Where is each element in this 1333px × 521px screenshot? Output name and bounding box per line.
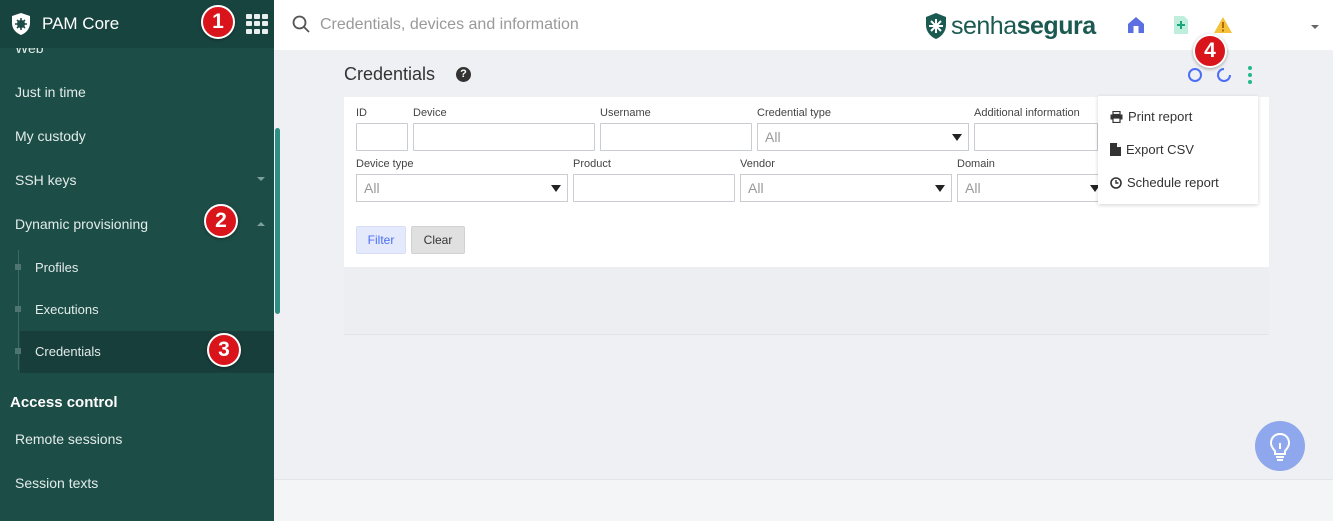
user-menu-caret-icon[interactable] bbox=[1311, 25, 1319, 29]
sidebar-item-session-texts[interactable]: Session texts bbox=[15, 475, 98, 491]
sidebar-subitem-executions[interactable]: Executions bbox=[35, 302, 99, 317]
sidebar-item-remote-sessions[interactable]: Remote sessions bbox=[15, 431, 122, 447]
domain-label: Domain bbox=[957, 158, 995, 170]
section-access-control: Access control bbox=[10, 394, 118, 411]
lightbulb-help-button[interactable] bbox=[1255, 421, 1305, 471]
brand-shield-icon bbox=[926, 13, 946, 39]
sidebar-item-just-in-time[interactable]: Just in time bbox=[15, 84, 86, 100]
dropdown-arrow-icon bbox=[551, 185, 561, 192]
sidebar: PAM Core Web Just in time My custody SSH… bbox=[0, 0, 274, 521]
id-input[interactable] bbox=[356, 123, 408, 151]
results-area bbox=[344, 267, 1269, 335]
chevron-down-icon bbox=[257, 177, 265, 181]
apps-grid-icon[interactable] bbox=[246, 14, 268, 34]
chevron-up-icon bbox=[257, 222, 265, 226]
menu-item-schedule-report[interactable]: Schedule report bbox=[1110, 175, 1219, 190]
device-type-select[interactable]: All bbox=[356, 174, 568, 202]
bullet-icon bbox=[15, 264, 21, 270]
annotation-badge-1: 1 bbox=[201, 5, 235, 39]
sidebar-item-dynamic-provisioning[interactable]: Dynamic provisioning bbox=[15, 216, 148, 232]
menu-item-label: Print report bbox=[1128, 109, 1193, 124]
device-type-label: Device type bbox=[356, 158, 414, 170]
shield-logo-icon bbox=[12, 13, 30, 35]
search-circle-icon[interactable] bbox=[1187, 67, 1203, 83]
credential-type-select[interactable]: All bbox=[757, 123, 969, 151]
sidebar-subitem-profiles[interactable]: Profiles bbox=[35, 260, 78, 275]
domain-value: All bbox=[965, 180, 981, 196]
page-title: Credentials bbox=[344, 64, 436, 84]
lightbulb-icon bbox=[1269, 432, 1291, 461]
bottom-bar bbox=[274, 479, 1333, 521]
device-label: Device bbox=[413, 107, 447, 119]
vendor-label: Vendor bbox=[740, 158, 775, 170]
username-label: Username bbox=[600, 107, 651, 119]
annotation-badge-3: 3 bbox=[207, 333, 241, 367]
kebab-menu-icon[interactable] bbox=[1243, 65, 1257, 85]
vendor-select[interactable]: All bbox=[740, 174, 952, 202]
id-label: ID bbox=[356, 107, 367, 119]
home-icon[interactable] bbox=[1125, 14, 1147, 36]
bullet-icon bbox=[15, 348, 21, 354]
product-input[interactable] bbox=[573, 174, 735, 202]
additional-info-input[interactable] bbox=[974, 123, 1098, 151]
dropdown-arrow-icon bbox=[952, 134, 962, 141]
credential-type-label: Credential type bbox=[757, 107, 831, 119]
menu-item-export-csv[interactable]: Export CSV bbox=[1110, 142, 1194, 157]
brand-logo: senhasegura bbox=[924, 10, 1096, 42]
sidebar-subitem-credentials[interactable]: Credentials bbox=[35, 344, 101, 359]
help-icon[interactable]: ? bbox=[456, 67, 471, 82]
sidebar-item-ssh-keys[interactable]: SSH keys bbox=[15, 172, 76, 188]
credential-type-value: All bbox=[765, 129, 781, 145]
sidebar-scrollbar[interactable] bbox=[275, 128, 280, 314]
dropdown-arrow-icon bbox=[935, 185, 945, 192]
clock-icon bbox=[1110, 176, 1122, 189]
annotation-badge-2: 2 bbox=[204, 204, 238, 238]
device-input[interactable] bbox=[413, 123, 595, 151]
app-title: PAM Core bbox=[42, 14, 120, 33]
filter-button[interactable]: Filter bbox=[356, 226, 406, 254]
device-type-value: All bbox=[364, 180, 380, 196]
annotation-badge-4: 4 bbox=[1193, 34, 1227, 68]
add-document-icon[interactable] bbox=[1170, 14, 1192, 36]
sidebar-item-my-custody[interactable]: My custody bbox=[15, 128, 86, 144]
menu-item-print-report[interactable]: Print report bbox=[1110, 109, 1192, 124]
clear-button[interactable]: Clear bbox=[411, 226, 465, 254]
printer-icon bbox=[1110, 110, 1123, 123]
file-icon bbox=[1110, 143, 1121, 156]
additional-info-label: Additional information bbox=[974, 107, 1080, 119]
vendor-value: All bbox=[748, 180, 764, 196]
menu-item-label: Export CSV bbox=[1126, 142, 1194, 157]
search-input[interactable] bbox=[320, 12, 880, 38]
domain-select[interactable]: All bbox=[957, 174, 1107, 202]
bullet-icon bbox=[15, 306, 21, 312]
refresh-icon[interactable] bbox=[1216, 67, 1232, 83]
report-menu: Print report Export CSV Schedule report bbox=[1098, 96, 1258, 204]
menu-item-label: Schedule report bbox=[1127, 175, 1219, 190]
search-icon bbox=[292, 15, 310, 33]
username-input[interactable] bbox=[600, 123, 752, 151]
warning-icon[interactable] bbox=[1212, 14, 1234, 36]
product-label: Product bbox=[573, 158, 611, 170]
brand-name: senhasegura bbox=[951, 11, 1096, 40]
